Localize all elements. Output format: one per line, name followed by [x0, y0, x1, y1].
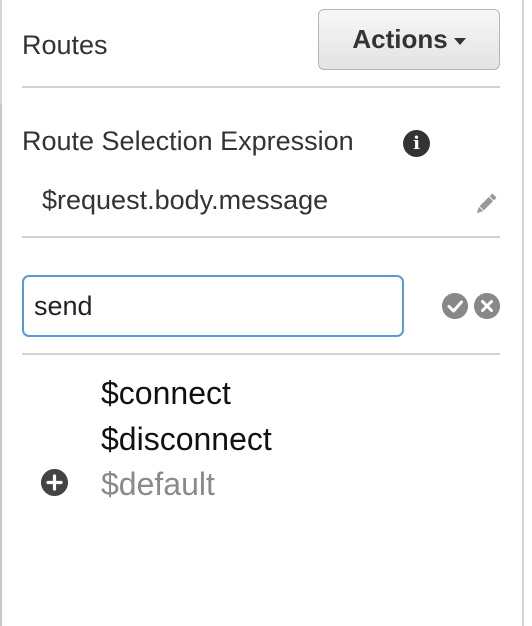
pencil-icon[interactable]: [472, 190, 500, 218]
x-circle-icon[interactable]: [474, 293, 500, 319]
new-route-input[interactable]: [22, 275, 404, 337]
expression-divider: [22, 236, 500, 238]
panel-left-border-top: [0, 0, 2, 104]
route-selection-expression-value: $request.body.message: [42, 185, 329, 215]
check-circle-icon[interactable]: [442, 293, 468, 319]
plus-circle-icon[interactable]: [41, 469, 68, 496]
route-item-default[interactable]: $default: [101, 466, 215, 503]
actions-button-label: Actions: [352, 24, 448, 54]
info-icon[interactable]: i: [403, 130, 430, 157]
routes-panel: Routes Actions Route Selection Expressio…: [0, 0, 532, 626]
route-item-connect[interactable]: $connect: [101, 375, 231, 412]
route-item-disconnect[interactable]: $disconnect: [101, 421, 272, 458]
actions-button[interactable]: Actions: [318, 9, 500, 70]
caret-down-icon: [453, 38, 466, 45]
page-title: Routes: [22, 30, 108, 60]
panel-right-border: [522, 0, 524, 626]
input-divider: [22, 353, 500, 355]
header-divider: [22, 86, 500, 88]
route-selection-expression-label: Route Selection Expression: [22, 126, 354, 156]
